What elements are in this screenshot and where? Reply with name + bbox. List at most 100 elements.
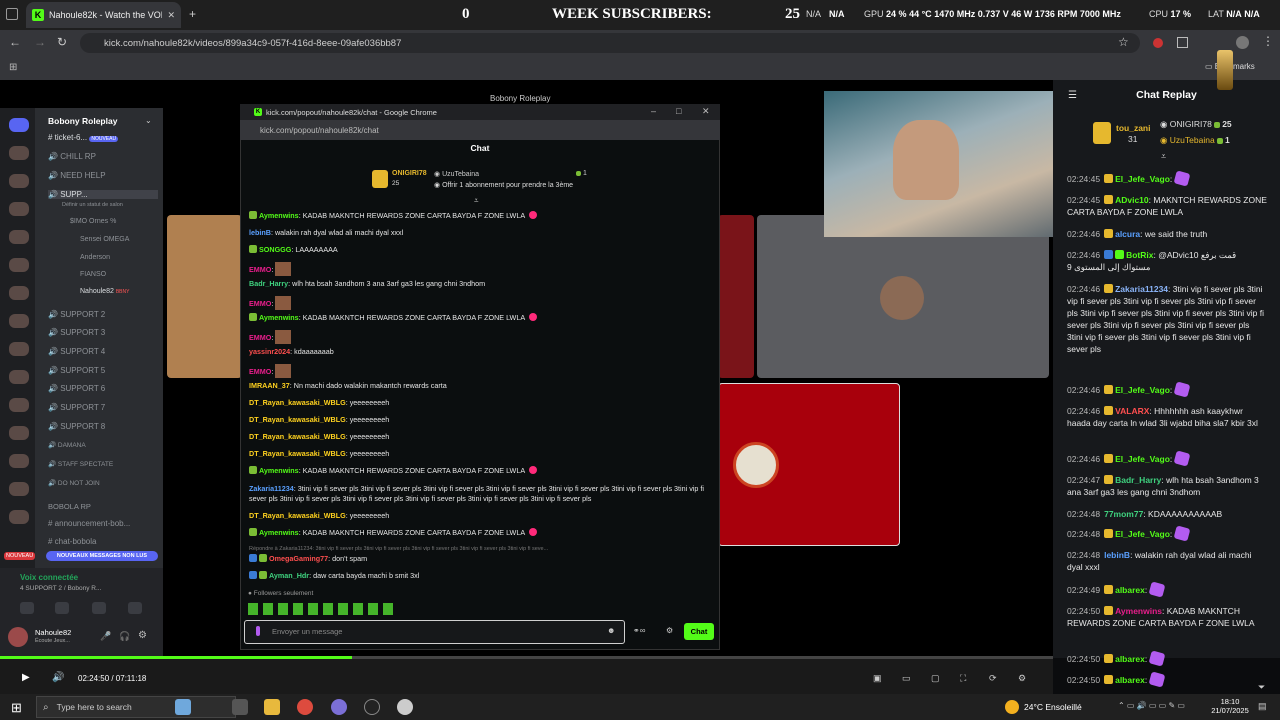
settings-gear-icon[interactable]: ⚙ [138,630,147,641]
gifter-name[interactable]: ◉ ONIGIRI78 25 [1160,119,1232,130]
second-gifter-name[interactable]: ◉ UzuTebaina [434,170,479,178]
voice-user[interactable]: $IMO Ornes % [70,218,116,225]
menu-kebab-icon[interactable]: ⋮ [1262,34,1274,48]
tab-search-icon[interactable] [6,8,18,20]
file-explorer-icon[interactable] [264,699,280,715]
chrome-icon[interactable] [297,699,313,715]
notification-icon[interactable]: ▤ [1258,701,1267,712]
replay-icon[interactable]: ⟳ [989,673,997,684]
extensions-puzzle-icon[interactable] [1177,37,1188,48]
obs-icon[interactable] [364,699,380,715]
headphones-icon[interactable]: 🎧 [119,631,130,642]
channel-item[interactable]: 🔊 SUPPORT 7 [48,403,105,412]
video-icon[interactable] [55,602,69,614]
app-icon[interactable] [397,699,413,715]
emoji-icon[interactable]: ☻ [607,626,615,635]
server-icon[interactable] [9,230,29,244]
url-field[interactable]: kick.com/nahoule82k/videos/899a34c9-057f… [80,33,1140,53]
profile-avatar-icon[interactable] [1236,36,1249,49]
channel-item[interactable]: 🔊 SUPPORT 5 [48,366,105,375]
browser-tab[interactable]: K Nahoule82k - Watch the VOD ... ✕ [26,2,181,28]
server-icon[interactable] [9,482,29,496]
emote-quickbar[interactable] [248,603,398,615]
channel-item[interactable]: # chat-bobola [48,537,96,546]
server-icon[interactable] [9,146,29,160]
voice-user-self[interactable]: Nahoule82 BBNY [80,288,129,295]
server-icon[interactable] [9,398,29,412]
voice-channel-label[interactable]: 4 SUPPORT 2 / Bobony R... [20,585,101,592]
clip-icon[interactable]: ▢ [931,673,940,684]
channel-item[interactable]: # announcement-bob... [48,519,130,528]
channel-item[interactable]: 🔊 DAMANA [48,441,86,449]
channel-item[interactable]: 🔊 SUPPORT 6 [48,384,105,393]
channel-item[interactable]: 🔊 CHILL RP [48,152,96,161]
server-icon[interactable] [9,510,29,524]
minimize-icon[interactable]: – [651,106,656,116]
apps-grid-icon[interactable]: ⊞ [9,62,17,73]
server-icon[interactable] [9,370,29,384]
new-tab-icon[interactable]: + [189,7,196,21]
chat-settings-icon[interactable]: ⚙ [666,626,673,635]
channel-item[interactable]: 🔊 SUPPORT 2 [48,310,105,319]
scroll-down-icon[interactable]: ⏷ [1258,682,1265,693]
chat-mode-icon[interactable]: ⚭∞ [633,626,645,635]
server-icon[interactable] [9,342,29,356]
new-messages-banner[interactable]: NOUVEAUX MESSAGES NON LUS [46,551,158,561]
soundboard-icon[interactable] [128,602,142,614]
reload-icon[interactable]: ↻ [57,35,67,49]
server-icon[interactable] [9,454,29,468]
theater-icon[interactable]: ▭ [902,673,911,684]
top-gifter-name[interactable]: ONIGIRI78 [392,170,427,177]
weather-text[interactable]: 24°C Ensoleillé [1024,702,1082,712]
voice-user[interactable]: Sensei OMEGA [80,236,129,243]
bookmark-star-icon[interactable]: ☆ [1118,35,1129,49]
forward-icon[interactable]: → [34,35,46,49]
voice-user[interactable]: Anderson [80,254,110,261]
category-header[interactable]: BOBOLA RP [48,502,91,511]
system-tray-icons[interactable]: ⌃ ▭ 🔊 ▭ ▭ ✎ ▭ [1118,701,1185,710]
close-tab-icon[interactable]: ✕ [167,10,175,21]
voice-user[interactable]: FIANSO [80,271,106,278]
close-icon[interactable]: ✕ [702,106,710,117]
discord-icon[interactable] [331,699,347,715]
maximize-icon[interactable]: □ [676,106,681,116]
task-view-icon[interactable] [232,699,248,715]
channel-item[interactable]: 🔊 SUPPORT 8 [48,422,105,431]
channel-item[interactable]: 🔊 SUPPORT 3 [48,328,105,337]
play-icon[interactable]: ▶ [22,672,30,683]
send-chat-button[interactable]: Chat [684,623,714,640]
channel-item[interactable]: 🔊 DO NOT JOIN [48,479,100,487]
back-icon[interactable]: ← [9,35,21,49]
discord-server-name[interactable]: Bobony Roleplay [48,116,117,126]
fullscreen-icon[interactable]: ⛶ [960,673,966,684]
windows-start-icon[interactable]: ⊞ [11,700,22,716]
widgets-icon[interactable] [175,699,191,715]
channel-item[interactable]: 🔊 SUPPORT 4 [48,347,105,356]
server-icon[interactable] [9,286,29,300]
gifter-name[interactable]: ◉ UzuTebaina 1 [1160,135,1230,146]
channel-item[interactable]: 🔊 STAFF SPECTATE [48,460,113,468]
extension-icon[interactable] [1153,38,1163,48]
server-icon[interactable] [9,258,29,272]
taskbar-search[interactable]: ⌕ Type here to search [36,696,236,718]
channel-item-active[interactable]: 🔊 SUPP... [48,190,158,199]
channel-item[interactable]: 🔊 NEED HELP [48,171,106,180]
clock[interactable]: 18:10 21/07/2025 [1210,697,1250,715]
chevron-down-icon[interactable]: ⌄ [145,116,152,125]
channel-item[interactable]: # ticket-6... NOUVEAU [48,133,119,142]
server-icon[interactable] [9,118,29,132]
activity-icon[interactable] [92,602,106,614]
gift-sub-prompt[interactable]: ◉ Offrir 1 abonnement pour prendre la 3è… [434,181,573,189]
pip-icon[interactable]: ▣ [873,673,882,684]
volume-icon[interactable]: 🔊 [52,672,64,683]
server-icon[interactable] [9,314,29,328]
microphone-icon[interactable]: 🎤 [100,631,111,642]
noise-suppression-icon[interactable] [20,602,34,614]
expand-icon[interactable]: ⩡ [474,196,479,206]
discord-username[interactable]: Nahoule82 [35,628,71,637]
server-icon[interactable] [9,174,29,188]
server-icon[interactable] [9,202,29,216]
settings-gear-icon[interactable]: ⚙ [1018,673,1026,684]
avatar[interactable] [8,627,28,647]
gifter-name[interactable]: tou_zani [1116,123,1150,133]
